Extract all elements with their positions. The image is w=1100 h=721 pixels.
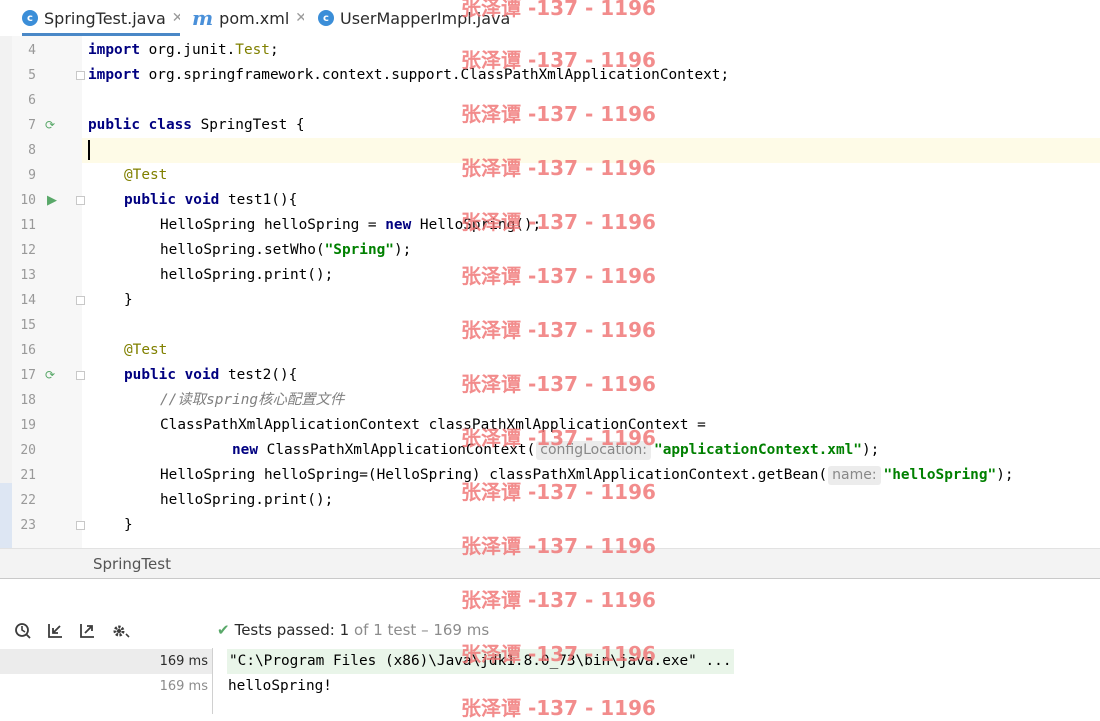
- code-line-21: HelloSpring helloSpring=(HelloSpring) cl…: [160, 466, 1014, 485]
- console-output[interactable]: "C:\Program Files (x86)\Java\jdk1.8.0_73…: [213, 648, 1100, 714]
- line-number: 7: [28, 118, 36, 133]
- close-icon[interactable]: ✕: [516, 10, 518, 26]
- line-number: 12: [20, 243, 36, 258]
- code-line-9: @Test: [124, 167, 168, 183]
- line-number: 23: [20, 518, 36, 533]
- fold-marker-icon[interactable]: [76, 71, 85, 80]
- fold-marker-icon[interactable]: [76, 521, 85, 530]
- console-line: helloSpring!: [228, 678, 332, 694]
- parameter-hint: name:: [828, 466, 881, 485]
- code-line-13: helloSpring.print();: [160, 267, 334, 283]
- code-line-22: helloSpring.print();: [160, 492, 334, 508]
- run-panel-header: [0, 578, 1100, 613]
- tab-label: pom.xml: [219, 8, 290, 28]
- breadcrumb: SpringTest: [0, 548, 1100, 579]
- tab-springtest-java[interactable]: c SpringTest.java ✕: [22, 0, 180, 36]
- run-test-passed-icon[interactable]: ⟳: [45, 368, 55, 382]
- tab-pom-xml[interactable]: m pom.xml ✕: [192, 0, 304, 36]
- breadcrumb-item[interactable]: SpringTest: [93, 555, 171, 573]
- fold-marker-icon[interactable]: [76, 196, 85, 205]
- line-number: 22: [20, 493, 36, 508]
- code-line-4: import org.junit.Test;: [88, 42, 279, 58]
- line-number: 13: [20, 268, 36, 283]
- line-number: 4: [28, 43, 36, 58]
- run-class-icon[interactable]: ⟳: [45, 118, 55, 132]
- run-test-icon[interactable]: ▶: [47, 194, 57, 208]
- import-tests-icon[interactable]: [46, 622, 64, 644]
- line-number: 9: [28, 168, 36, 183]
- java-class-icon: c: [22, 10, 38, 26]
- maven-icon: m: [192, 6, 214, 30]
- tab-label: SpringTest.java: [44, 8, 166, 28]
- line-number: 18: [20, 393, 36, 408]
- code-line-18: //读取spring核心配置文件: [160, 392, 345, 408]
- fold-marker-icon[interactable]: [76, 371, 85, 380]
- export-tests-icon[interactable]: [78, 622, 96, 644]
- code-line-14: }: [124, 292, 133, 308]
- check-icon: ✔: [217, 621, 230, 639]
- project-selection: [0, 483, 12, 549]
- line-number: 5: [28, 68, 36, 83]
- java-class-icon: c: [318, 10, 334, 26]
- editor-tab-bar: c SpringTest.java ✕ m pom.xml ✕ c UserMa…: [0, 0, 1100, 37]
- line-number: 19: [20, 418, 36, 433]
- code-line-11: HelloSpring helloSpring = new HelloSprin…: [160, 217, 542, 233]
- parameter-hint: configLocation:: [536, 441, 652, 460]
- tab-usermapperimpl-java[interactable]: c UserMapperImpl.java ✕: [318, 0, 518, 36]
- code-line-23: }: [124, 517, 133, 533]
- code-line-20: new ClassPathXmlApplicationContext(confi…: [232, 441, 880, 460]
- line-number: 17: [20, 368, 36, 383]
- code-line-7: public class SpringTest {: [88, 117, 305, 133]
- line-number: 6: [28, 93, 36, 108]
- test-tree-row[interactable]: 169 ms: [0, 649, 212, 674]
- test-tree: 169 ms 169 ms: [0, 648, 213, 714]
- console-line: "C:\Program Files (x86)\Java\jdk1.8.0_73…: [227, 649, 734, 674]
- code-line-12: helloSpring.setWho("Spring");: [160, 242, 412, 258]
- line-number: 21: [20, 468, 36, 483]
- close-icon[interactable]: ✕: [172, 10, 180, 26]
- fold-marker-icon[interactable]: [76, 296, 85, 305]
- line-number: 20: [20, 443, 36, 458]
- line-number: 10: [20, 193, 36, 208]
- test-tree-row[interactable]: 169 ms: [0, 674, 212, 699]
- run-toolbar: ✔ Tests passed: 1 of 1 test – 169 ms: [0, 612, 1100, 649]
- code-line-19: ClassPathXmlApplicationContext classPath…: [160, 417, 706, 433]
- code-line-10: public void test1(){: [124, 192, 298, 208]
- code-line-16: @Test: [124, 342, 168, 358]
- history-icon[interactable]: [14, 622, 32, 644]
- line-number: 8: [28, 143, 36, 158]
- caret-row-highlight: [82, 138, 1100, 163]
- line-number: 16: [20, 343, 36, 358]
- line-number: 14: [20, 293, 36, 308]
- close-icon[interactable]: ✕: [295, 10, 304, 26]
- settings-icon[interactable]: [111, 622, 131, 644]
- line-number: 11: [20, 218, 36, 233]
- test-summary: ✔ Tests passed: 1 of 1 test – 169 ms: [217, 621, 490, 639]
- text-caret: [88, 140, 90, 160]
- line-number: 15: [20, 318, 36, 333]
- code-line-17: public void test2(){: [124, 367, 298, 383]
- code-line-5: import org.springframework.context.suppo…: [88, 67, 730, 83]
- tab-label: UserMapperImpl.java: [340, 8, 511, 28]
